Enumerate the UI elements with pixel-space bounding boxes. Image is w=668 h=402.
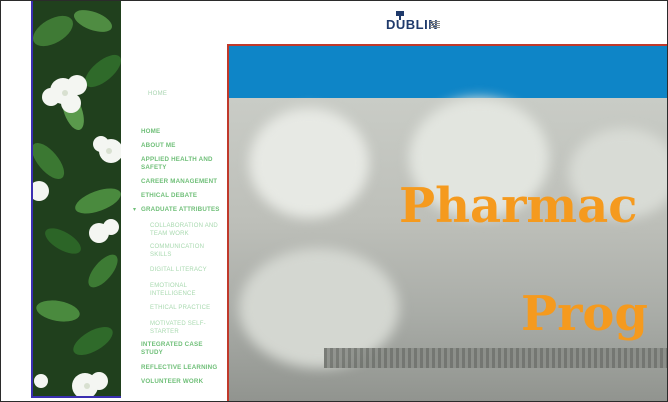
nav-subitem-collaboration[interactable]: COLLABORATION AND TEAM WORK	[150, 222, 222, 238]
lightbox-overlay[interactable]: Pharmac Prog	[227, 44, 667, 401]
hero-title-line1: Pharmac	[399, 178, 638, 234]
nav-item-home[interactable]: HOME	[141, 128, 227, 136]
nav-subitem-communication[interactable]: COMMUNICATION SKILLS	[150, 243, 212, 259]
browser-window: DUBLIN HOME HOME ABOUT ME APPLIED HEALTH…	[0, 0, 668, 402]
breadcrumb[interactable]: HOME	[148, 91, 167, 97]
nav-item-label: GRADUATE ATTRIBUTES	[141, 206, 220, 213]
nav-item-about-me[interactable]: ABOUT ME	[141, 142, 227, 150]
overlay-header-bar	[229, 46, 667, 98]
flower-photo	[31, 1, 121, 398]
tu-dublin-logo[interactable]: DUBLIN	[384, 9, 456, 39]
nav-subitem-motivated-self-starter[interactable]: MOTIVATED SELF-STARTER	[150, 320, 214, 336]
nav-subitem-ethical-practice[interactable]: ETHICAL PRACTICE	[150, 304, 230, 312]
nav-item-graduate-attributes[interactable]: ▾ GRADUATE ATTRIBUTES	[133, 206, 227, 214]
nav-item-volunteer-work[interactable]: VOLUNTEER WORK	[141, 378, 227, 386]
nav-subitem-emotional-intelligence[interactable]: EMOTIONAL INTELLIGENCE	[150, 282, 210, 298]
nav-item-integrated-case-study[interactable]: INTEGRATED CASE STUDY	[141, 341, 211, 357]
nav-item-reflective-learning[interactable]: REFLECTIVE LEARNING	[141, 364, 227, 372]
nav-item-career-management[interactable]: CAREER MANAGEMENT	[141, 178, 227, 186]
site-navigation: HOME HOME ABOUT ME APPLIED HEALTH AND SA…	[133, 1, 231, 401]
nav-item-ethical-debate[interactable]: ETHICAL DEBATE	[141, 192, 227, 200]
hero-title-line2: Prog	[521, 286, 648, 342]
chevron-down-icon: ▾	[133, 207, 137, 213]
nav-subitem-digital-literacy[interactable]: DIGITAL LITERACY	[150, 266, 230, 274]
shelf-graphic	[324, 348, 667, 368]
logo-text: DUBLIN	[386, 17, 439, 32]
nav-item-applied-health-and-safety[interactable]: APPLIED HEALTH AND SAFETY	[141, 156, 217, 172]
